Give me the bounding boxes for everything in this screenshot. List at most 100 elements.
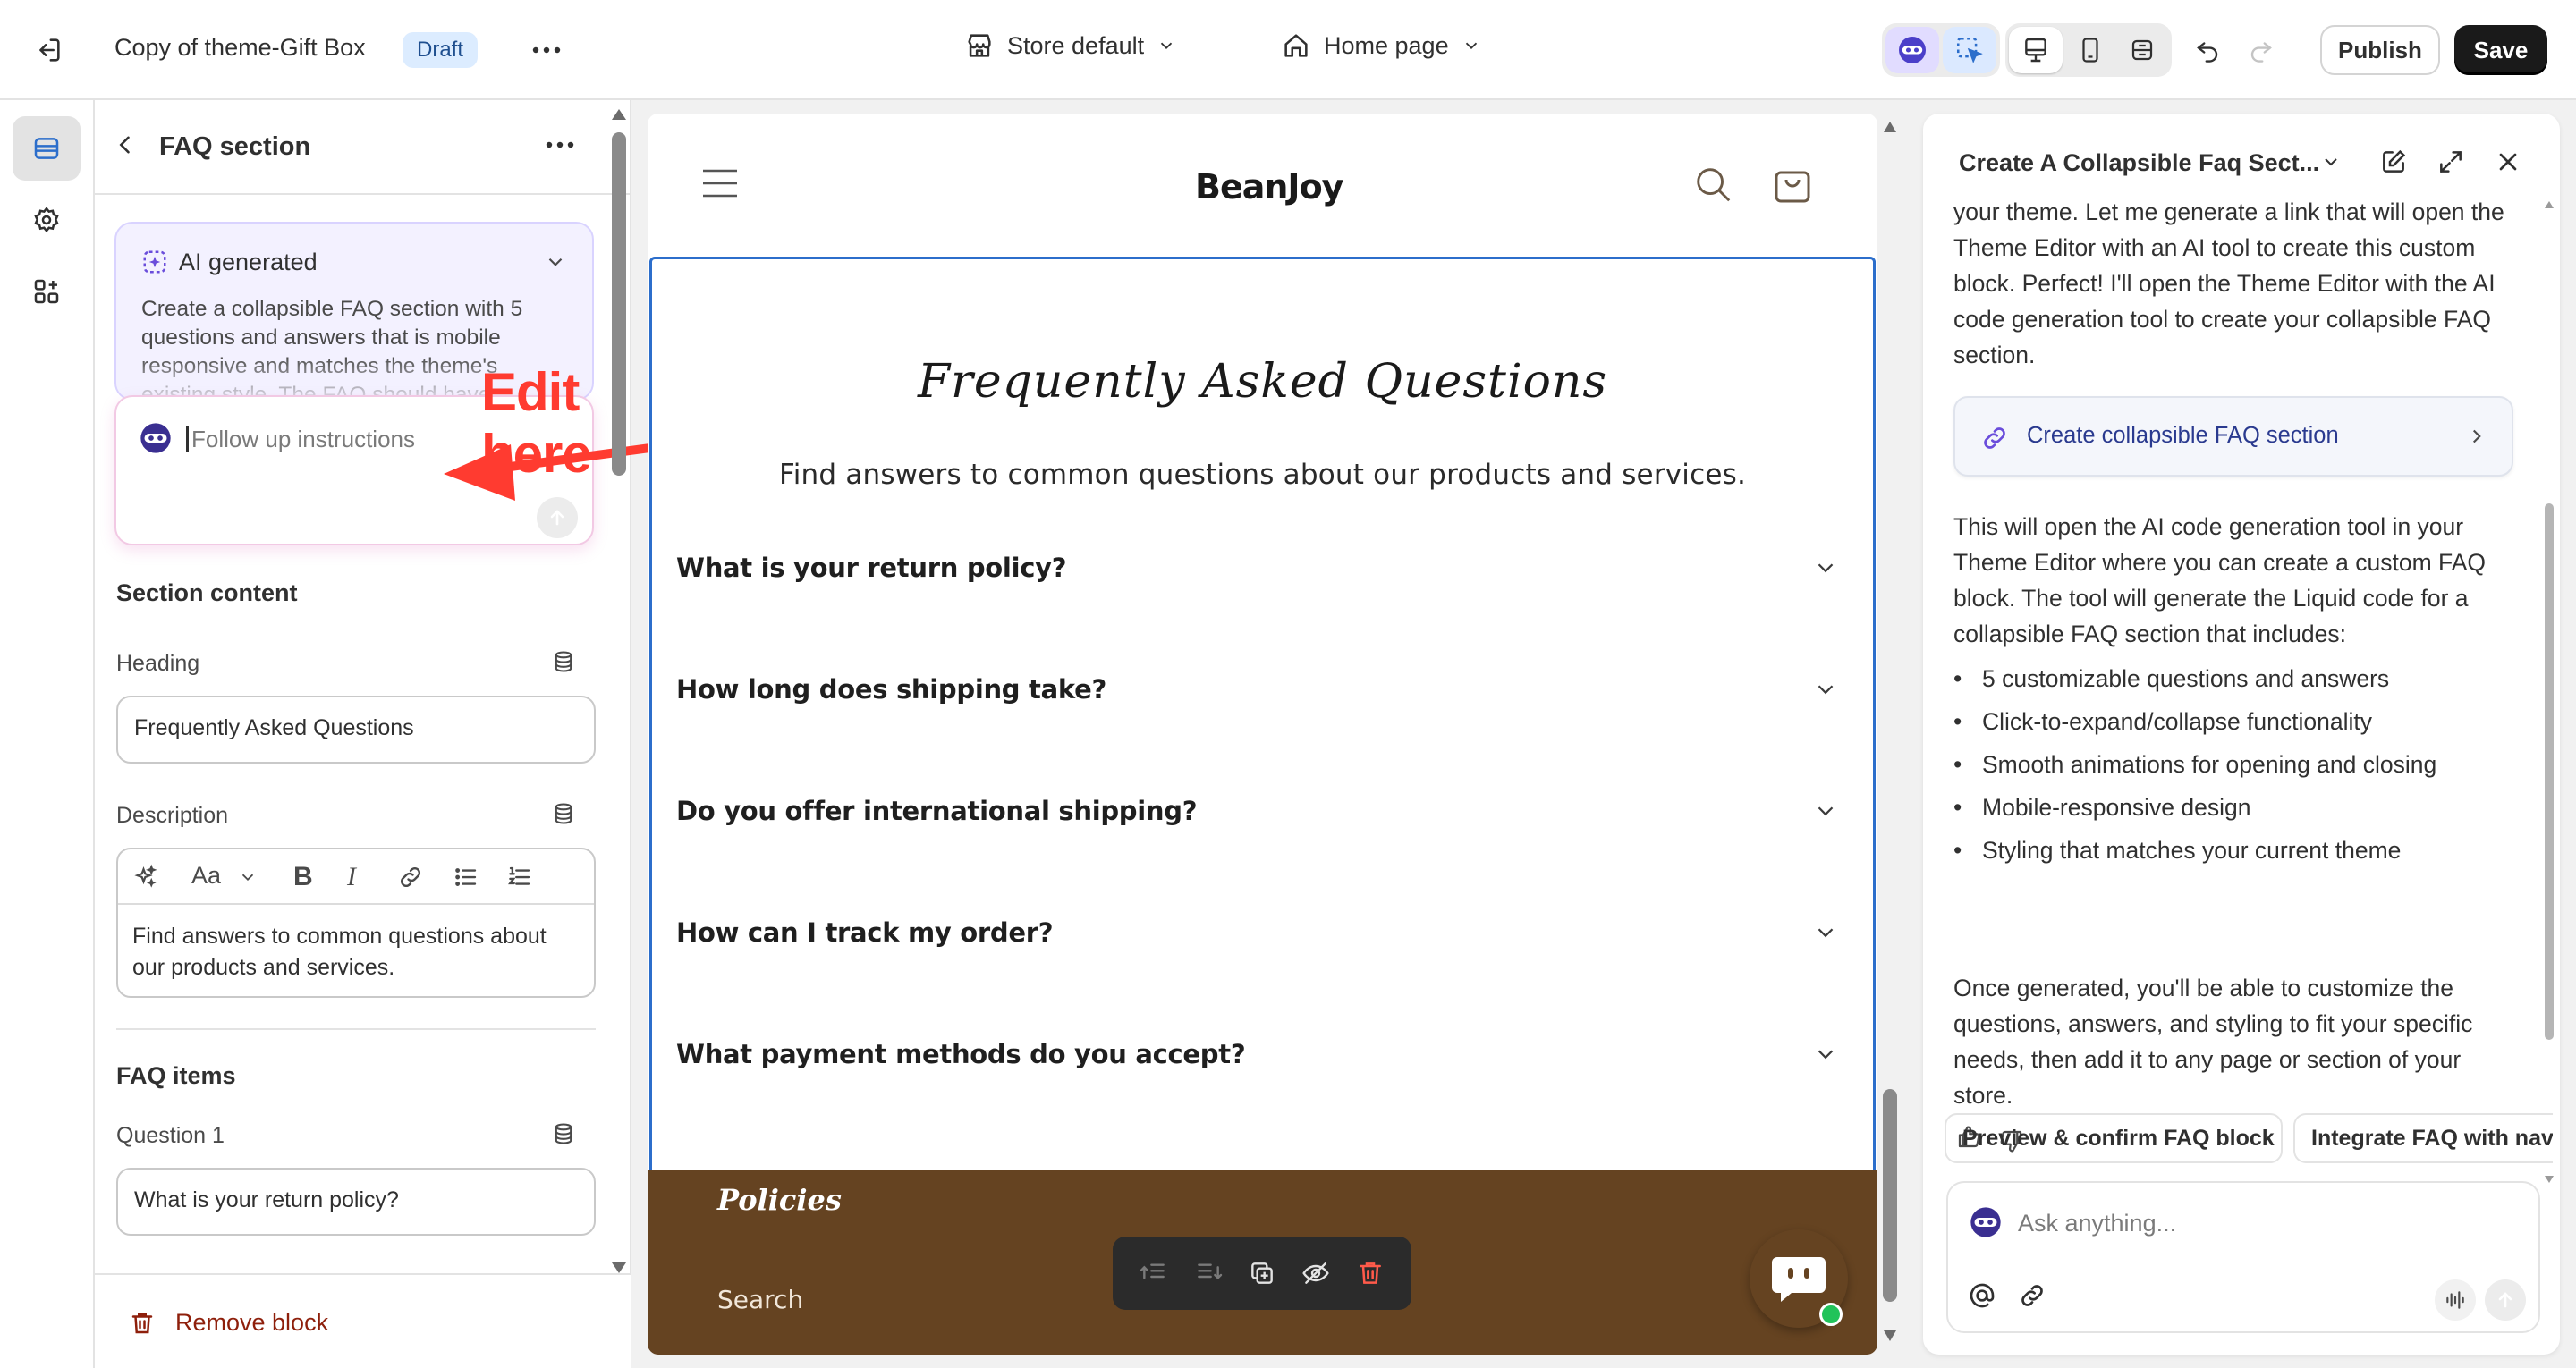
store-selector[interactable]: Store default [964,30,1176,61]
top-bar: Copy of theme-Gift Box Draft Store defau… [0,0,2576,100]
list-item: • Mobile-responsive design [1953,794,2251,821]
select-element-icon[interactable] [1943,27,1996,73]
faq-question: How can I track my order? [676,917,1054,948]
footer-heading: Policies [717,1183,842,1217]
faq-item[interactable]: Do you offer international shipping? [676,784,1839,838]
settings-nav-icon[interactable] [13,188,80,252]
cart-icon[interactable] [1771,160,1814,205]
suggestion-chip[interactable]: Preview & confirm FAQ block [1945,1113,2283,1163]
assistant-message-3: Once generated, you'll be able to custom… [1953,975,2473,1109]
list-item: • Smooth animations for opening and closi… [1953,751,2437,778]
faq-item[interactable]: What payment methods do you accept? [676,1027,1839,1081]
close-icon[interactable] [2494,148,2522,176]
trash-icon [131,1313,153,1333]
assistant-message-2: This will open the AI code generation to… [1953,513,2487,647]
apps-nav-icon[interactable] [13,259,80,324]
more-options-icon[interactable] [524,30,569,70]
bullet-list-icon[interactable] [453,864,479,891]
chevron-down-icon[interactable] [238,867,258,887]
exit-icon[interactable] [25,27,72,73]
question-1-field[interactable]: What is your return policy? [116,1168,596,1236]
more-options-icon[interactable] [546,141,574,148]
text-cursor [186,426,189,452]
arrow-up-icon [2498,1292,2512,1308]
move-up-icon[interactable] [1140,1259,1168,1288]
page-selector-label: Home page [1324,31,1449,59]
faq-item[interactable]: How can I track my order? [676,906,1839,959]
ai-assistant-icon[interactable] [1885,27,1939,73]
chevron-down-icon[interactable] [2320,151,2342,173]
link-icon[interactable] [397,864,424,891]
faq-item[interactable]: What is your return policy? [676,541,1839,595]
italic-icon[interactable]: I [347,862,356,892]
ai-assistant-icon [138,420,174,456]
dynamic-source-icon[interactable] [551,801,576,826]
page-selector[interactable]: Home page [1281,30,1481,61]
ask-input-box[interactable]: Ask anything... [1946,1181,2540,1333]
publish-button[interactable]: Publish [2320,25,2440,75]
faq-subtitle: Find answers to common questions about o… [778,459,1747,491]
link-icon [1980,424,2009,452]
chat-scrollbar[interactable] [2542,199,2556,1201]
numbered-list-icon[interactable] [506,864,533,891]
heading-field[interactable]: Frequently Asked Questions [116,696,596,764]
new-chat-icon[interactable] [2379,148,2408,176]
faq-item[interactable]: How long does shipping take? [676,663,1839,716]
preview-scrollbar[interactable] [1878,116,1902,1350]
faq-question: What payment methods do you accept? [676,1039,1246,1069]
remove-block-button[interactable]: Remove block [129,1309,328,1337]
create-faq-link-label: Create collapsible FAQ section [2027,423,2339,448]
desktop-view-icon[interactable] [2009,27,2063,73]
undo-icon[interactable] [2186,29,2229,72]
mobile-view-icon[interactable] [2064,27,2116,73]
dynamic-source-icon[interactable] [551,1121,576,1146]
faq-question: What is your return policy? [676,553,1067,583]
remove-block-label: Remove block [175,1309,329,1336]
back-arrow-icon[interactable] [113,132,138,157]
store-icon [968,34,991,57]
font-size-button[interactable]: Aa [191,862,221,890]
faq-question: How long does shipping take? [676,674,1106,705]
hamburger-menu-icon[interactable] [701,167,739,199]
move-down-icon[interactable] [1194,1259,1223,1288]
online-status-dot [1819,1303,1843,1326]
list-item: • Styling that matches your current theme [1953,837,2402,864]
footer-search-link[interactable]: Search [717,1285,803,1314]
bold-icon[interactable]: B [293,862,313,892]
chat-icon [1772,1257,1826,1302]
duplicate-icon[interactable] [1248,1259,1276,1288]
ask-input[interactable]: Ask anything... [2018,1210,2176,1237]
redo-icon[interactable] [2240,29,2283,72]
question-1-label: Question 1 [116,1123,225,1148]
chevron-down-icon [1160,42,1173,50]
fullscreen-view-icon[interactable] [2116,27,2168,73]
attach-link-icon[interactable] [2018,1281,2046,1310]
suggestion-chip[interactable]: Integrate FAQ with nav [2293,1113,2553,1163]
faq-question: Do you offer international shipping? [676,796,1198,826]
waveform-icon [2446,1291,2464,1309]
chat-title[interactable]: Create A Collapsible Faq Sect... [1959,149,2319,177]
description-text[interactable]: Find answers to common questions about o… [132,921,580,984]
expand-icon[interactable] [2436,148,2465,176]
faq-title: Frequently Asked Questions [917,355,1608,409]
send-button[interactable] [2485,1279,2526,1321]
chevron-down-icon[interactable] [544,250,567,274]
chevron-down-icon [1818,685,1834,695]
assistant-message-1: your theme. Let me generate a link that … [1953,199,2504,368]
save-button[interactable]: Save [2454,25,2547,75]
dynamic-source-icon[interactable] [551,649,576,674]
delete-icon[interactable] [1356,1259,1385,1288]
hide-icon[interactable] [1301,1259,1330,1288]
chevron-right-icon [2465,425,2488,448]
left-panel-scrollbar[interactable] [608,106,630,1279]
followup-input[interactable]: Follow up instructions [191,426,415,453]
ai-sparkle-icon[interactable] [132,864,159,891]
store-logo[interactable]: BeanJoy [1195,167,1343,207]
sections-nav-icon[interactable] [13,116,80,181]
voice-input-button[interactable] [2435,1279,2476,1321]
ai-sparkle-icon [141,249,168,275]
search-icon[interactable] [1692,164,1733,205]
create-faq-link-card[interactable]: Create collapsible FAQ section [1953,396,2513,477]
chevron-down-icon [1818,806,1834,816]
mention-icon[interactable] [1968,1281,1996,1310]
